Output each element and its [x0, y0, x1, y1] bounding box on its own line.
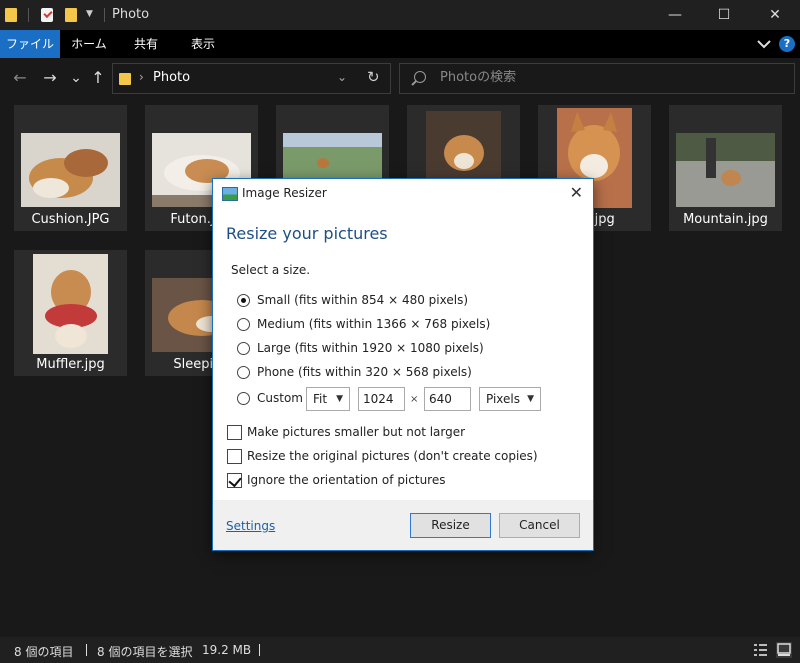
file-name: Muffler.jpg	[36, 357, 105, 372]
dialog-title: Image Resizer	[242, 186, 327, 200]
size-option-label: Phone (fits within 320 × 568 pixels)	[257, 365, 472, 379]
option-label: Ignore the orientation of pictures	[247, 473, 446, 487]
minimize-button[interactable]: —	[652, 0, 698, 30]
address-bar[interactable]: › Photo ⌄ ↻	[112, 63, 391, 94]
close-button[interactable]: ✕	[752, 0, 798, 30]
divider	[86, 644, 87, 656]
height-input[interactable]: 640	[424, 387, 471, 411]
breadcrumb-photo[interactable]: Photo	[153, 70, 190, 85]
large-icons-view-icon[interactable]	[776, 642, 792, 658]
settings-link[interactable]: Settings	[226, 519, 275, 533]
tab-view[interactable]: 表示	[180, 30, 226, 58]
search-input[interactable]	[440, 70, 780, 85]
file-name: Mountain.jpg	[683, 212, 768, 227]
image-resizer-dialog: Image Resizer ✕ Resize your pictures Sel…	[213, 179, 593, 550]
size-prompt: Select a size.	[231, 263, 311, 277]
radio-button[interactable]	[237, 342, 250, 355]
search-icon	[414, 71, 426, 83]
option-label: Make pictures smaller but not larger	[247, 425, 466, 439]
help-icon[interactable]: ?	[779, 36, 795, 52]
ribbon: ファイル ホーム 共有 表示 ?	[0, 30, 800, 58]
option-label: Resize the original pictures (don't crea…	[247, 449, 538, 463]
size-option-custom[interactable]: Custom	[237, 390, 303, 408]
expand-ribbon-icon[interactable]	[756, 36, 772, 52]
item-count: 8 個の項目	[14, 645, 74, 659]
width-input[interactable]: 1024	[358, 387, 405, 411]
radio-button[interactable]	[237, 294, 250, 307]
tab-home[interactable]: ホーム	[66, 30, 112, 58]
fit-mode-select[interactable]: Fit ▼	[306, 387, 350, 411]
window-title: Photo	[112, 7, 150, 22]
unit-select[interactable]: Pixels ▼	[479, 387, 541, 411]
details-view-icon[interactable]	[752, 642, 768, 658]
image-resizer-icon	[222, 187, 238, 201]
divider	[104, 8, 105, 22]
back-button[interactable]: ←	[10, 67, 30, 89]
refresh-icon[interactable]: ↻	[367, 68, 380, 86]
checkbox[interactable]	[227, 473, 242, 488]
fit-mode-value: Fit	[313, 392, 328, 406]
size-option-label: Small (fits within 854 × 480 pixels)	[257, 293, 469, 307]
navigation-bar: ← → ⌄ ↑ › Photo ⌄ ↻	[0, 58, 800, 100]
radio-button[interactable]	[237, 366, 250, 379]
photo-thumbnail	[21, 133, 120, 207]
dialog-title-bar[interactable]: Image Resizer ✕	[213, 179, 593, 209]
radio-button[interactable]	[237, 392, 250, 405]
address-dropdown-icon[interactable]: ⌄	[337, 70, 347, 84]
photo-thumbnail	[676, 133, 775, 207]
cancel-button[interactable]: Cancel	[499, 513, 580, 538]
photo-thumbnail	[426, 111, 501, 179]
maximize-button[interactable]: ☐	[701, 0, 747, 30]
selected-count: 8 個の項目を選択	[97, 645, 193, 659]
divider	[28, 8, 29, 22]
tab-file[interactable]: ファイル	[0, 30, 60, 58]
dialog-footer: Settings Resize Cancel	[213, 500, 593, 550]
unit-value: Pixels	[486, 392, 521, 406]
times-sign: ×	[410, 394, 419, 405]
file-tile[interactable]: Cushion.JPG	[14, 105, 127, 231]
checkbox[interactable]	[227, 449, 242, 464]
tab-share[interactable]: 共有	[124, 30, 168, 58]
radio-button[interactable]	[237, 318, 250, 331]
file-name: Cushion.JPG	[31, 212, 110, 227]
selection-size: 19.2 MB	[202, 643, 252, 657]
chevron-down-icon: ▼	[527, 394, 534, 404]
divider	[259, 644, 260, 656]
status-bar: 8 個の項目 8 個の項目を選択 19.2 MB	[0, 637, 800, 663]
size-option-label: Custom	[257, 391, 303, 405]
size-option-label: Medium (fits within 1366 × 768 pixels)	[257, 317, 491, 331]
size-option-label: Large (fits within 1920 × 1080 pixels)	[257, 341, 484, 355]
file-tile[interactable]: Mountain.jpg	[669, 105, 782, 231]
title-bar: ▼ Photo — ☐ ✕	[0, 0, 800, 30]
new-folder-icon[interactable]	[65, 8, 77, 22]
checkbox[interactable]	[227, 425, 242, 440]
forward-button[interactable]: →	[40, 67, 60, 89]
chevron-down-icon: ▼	[336, 394, 343, 404]
folder-icon	[119, 73, 131, 85]
breadcrumb-separator[interactable]: ›	[139, 70, 144, 84]
resize-button[interactable]: Resize	[410, 513, 491, 538]
folder-icon	[5, 8, 17, 22]
photo-thumbnail	[283, 133, 382, 178]
up-button[interactable]: ↑	[88, 67, 108, 89]
dialog-heading: Resize your pictures	[226, 224, 388, 243]
file-tile[interactable]: Muffler.jpg	[14, 250, 127, 376]
close-icon[interactable]: ✕	[570, 183, 583, 202]
recent-locations-button[interactable]: ⌄	[66, 67, 86, 89]
properties-icon[interactable]	[41, 8, 53, 22]
photo-thumbnail	[33, 254, 108, 354]
customize-quick-access-icon[interactable]: ▼	[86, 9, 93, 19]
search-box[interactable]	[399, 63, 795, 94]
